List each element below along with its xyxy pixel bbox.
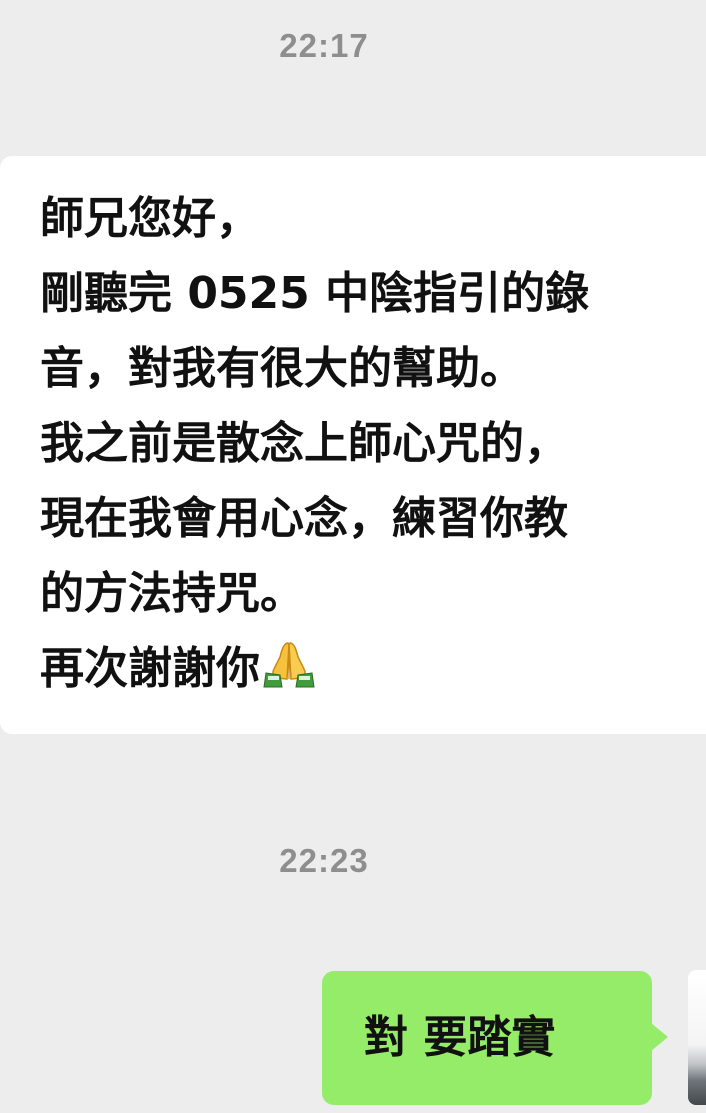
outgoing-message-text: 對 要踏實 (364, 1012, 556, 1063)
message-line: 音，對我有很大的幫助。 (40, 343, 524, 394)
bubble-tail (651, 1023, 668, 1051)
message-timestamp: 22:23 (279, 842, 369, 879)
message-line: 剛聽完 0525 中陰指引的錄 (40, 268, 590, 319)
message-line: 我之前是散念上師心咒的， (40, 418, 568, 469)
avatar[interactable] (688, 970, 706, 1105)
message-line-last: 再次謝謝你 (40, 631, 706, 706)
folded-hands-icon (262, 637, 316, 688)
outgoing-message-bubble[interactable]: 對 要踏實 (322, 971, 668, 1105)
message-timestamp: 22:17 (279, 27, 369, 64)
message-line: 師兄您好， (40, 193, 260, 244)
message-line: 現在我會用心念，練習你教 (40, 493, 568, 544)
incoming-message-bubble[interactable]: 師兄您好， 剛聽完 0525 中陰指引的錄 音，對我有很大的幫助。 我之前是散念… (0, 156, 706, 734)
message-line-text: 再次謝謝你 (40, 643, 260, 694)
message-line: 的方法持咒。 (40, 568, 304, 619)
